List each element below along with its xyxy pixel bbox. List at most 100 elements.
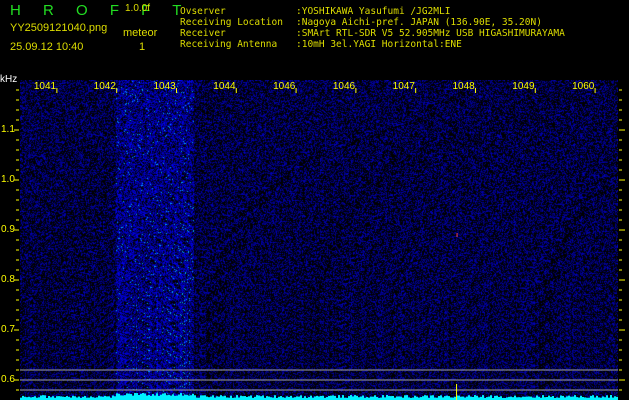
spectrum-bar: [160, 394, 162, 400]
spectrum-bar: [526, 396, 528, 400]
spectrum-bar: [552, 396, 554, 400]
spectrum-bar: [172, 394, 174, 400]
spectrum-bar: [114, 396, 116, 400]
spectrum-bar: [562, 395, 564, 400]
spectrum-bar: [568, 395, 570, 400]
spectrum-bar: [392, 395, 394, 400]
spectrum-bar: [260, 396, 262, 400]
spectrum-bar: [398, 396, 400, 400]
spectrum-bar: [34, 396, 36, 400]
spectrum-bar: [158, 395, 160, 400]
y-tick-label: 0.7: [1, 324, 15, 335]
spectrum-bar: [200, 395, 202, 400]
spectrum-bar: [404, 395, 406, 400]
spectrum-bar: [130, 394, 132, 400]
spectrum-bar: [188, 395, 190, 400]
spectrum-bar: [268, 396, 270, 400]
spectrum-bar: [66, 396, 68, 400]
spectrum-bar: [258, 395, 260, 400]
signal-spot: [456, 233, 458, 237]
spectrum-bar: [470, 396, 472, 400]
spectrum-bar: [316, 395, 318, 400]
spectrum-bar: [98, 395, 100, 400]
spectrum-bar: [134, 393, 136, 400]
spectrum-bar: [298, 396, 300, 400]
spectrum-bar: [124, 395, 126, 400]
x-tick-label: 1043: [153, 81, 176, 92]
spectrum-bar: [244, 396, 246, 400]
spectrum-bar: [356, 395, 358, 400]
spectrum-bar: [448, 396, 450, 400]
spectrum-bar: [202, 395, 204, 400]
spectrum-bar: [458, 395, 460, 400]
spectrum-bar: [560, 395, 562, 400]
x-tick-label: 1047: [392, 81, 415, 92]
spectrum-bar: [52, 396, 54, 400]
spectrum-bar: [84, 396, 86, 400]
spectrum-bar: [296, 396, 298, 400]
spectrum-bar: [128, 393, 130, 400]
spectrum-bar: [236, 395, 238, 400]
spectrum-bar: [126, 393, 128, 400]
spectrum-bar: [500, 396, 502, 400]
spectrum-bar: [596, 395, 598, 400]
spectrum-bar: [266, 396, 268, 400]
spectrum-bar: [170, 395, 172, 400]
spectrum-bar: [350, 395, 352, 400]
spectrum-bar: [72, 395, 74, 400]
spectrum-bar: [152, 394, 154, 400]
spectrum-bar: [120, 395, 122, 400]
y-tick-label: 0.6: [1, 374, 15, 385]
spectrum-bar: [116, 393, 118, 400]
spectrum-bar: [476, 395, 478, 400]
spectrum-bar: [136, 393, 138, 400]
spectrum-bar: [180, 393, 182, 400]
spectrum-bar: [194, 395, 196, 400]
spectrum-bar: [330, 395, 332, 400]
spectrum-bar: [354, 395, 356, 400]
spectrum-bar: [230, 395, 232, 400]
spectrum-bar: [140, 393, 142, 400]
spectrum-bar: [438, 396, 440, 400]
spectrum-bar: [212, 395, 214, 400]
spectrum-bar: [44, 395, 46, 400]
spectrum-bar: [590, 395, 592, 400]
y-tick-label: 0.9: [1, 224, 15, 235]
spectrum-bar: [496, 395, 498, 400]
y-tick-label: 1.1: [1, 124, 15, 135]
spectrum-bar: [286, 396, 288, 400]
spectrum-bar: [610, 395, 612, 400]
x-tick-label: 1046: [332, 81, 356, 92]
y-tick-label: 0.8: [1, 274, 15, 285]
x-tick-label: 1048: [452, 81, 475, 92]
spectrum-bar: [248, 396, 250, 400]
spectrum-bar: [328, 395, 330, 400]
spectrum-bar: [606, 395, 608, 400]
spectrum-bar: [224, 395, 226, 400]
spectrum-bar: [40, 395, 42, 400]
spectrum-bar: [274, 395, 276, 400]
spectrum-bar: [192, 393, 194, 400]
spectrum-bar: [572, 396, 574, 400]
spectrum-bar: [168, 394, 170, 400]
spectrum-bar: [432, 395, 434, 400]
spectrum-bar: [332, 395, 334, 400]
spectrum-bar: [48, 395, 50, 400]
spectrum-bar: [56, 396, 58, 400]
spectrum-bar: [490, 395, 492, 400]
spectrum-bar: [304, 396, 306, 400]
spectrum-bar: [370, 396, 372, 400]
spectrum-bar: [280, 396, 282, 400]
spectrum-bar: [318, 396, 320, 400]
spectrum-bar: [186, 394, 188, 400]
spectrum-bar: [530, 396, 532, 400]
spectrum-bar: [494, 395, 496, 400]
spectrum-bar: [320, 395, 322, 400]
spectrum-bar: [290, 395, 292, 400]
spectrum-bar: [178, 394, 180, 400]
x-tick-label: 1049: [512, 81, 535, 92]
spectrum-bar: [122, 395, 124, 400]
spectrum-bar: [250, 395, 252, 400]
spectrum-bar: [580, 395, 582, 400]
hrofft-window: H R O F F T 1.0.0f YY2509121040.png mete…: [0, 0, 629, 400]
